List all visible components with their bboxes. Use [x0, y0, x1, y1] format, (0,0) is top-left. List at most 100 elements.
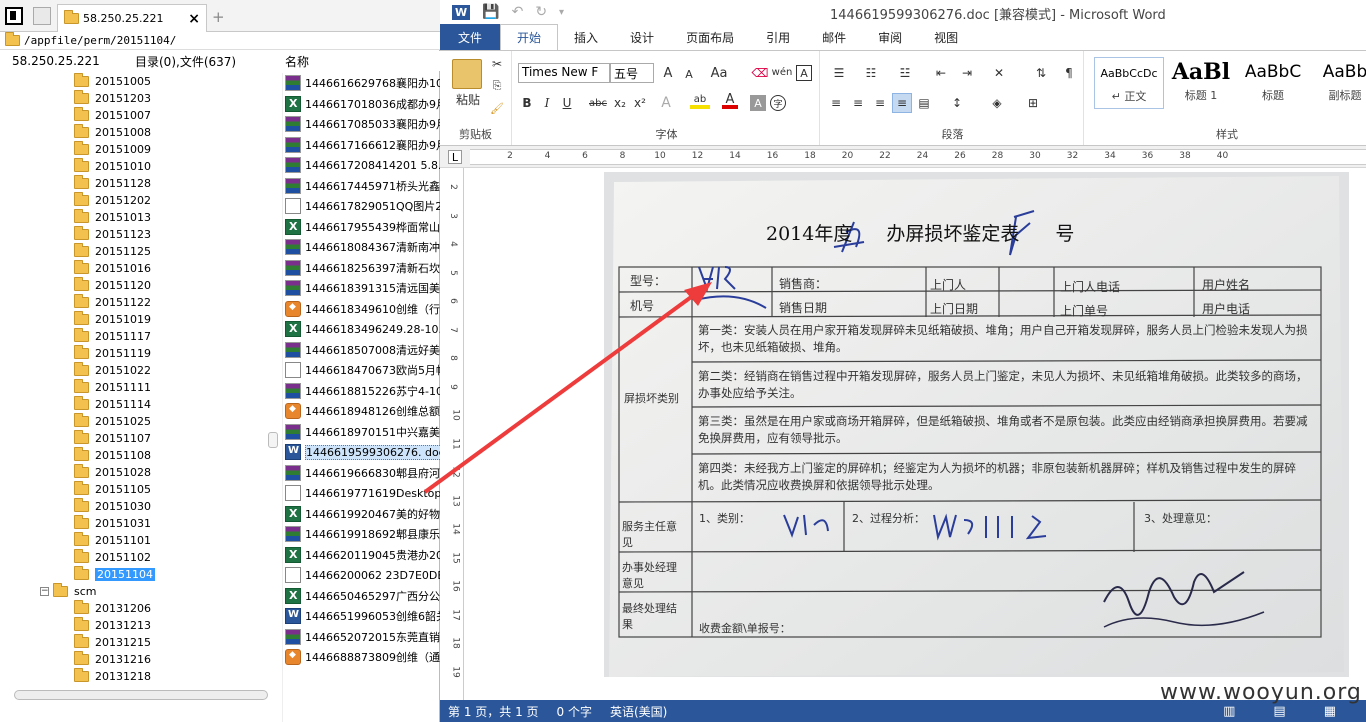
shading-icon[interactable]: ◈ [986, 95, 1008, 111]
tree-folder-item[interactable]: 20131216 [0, 651, 270, 668]
tree-folder-item[interactable]: 20151104 [0, 566, 270, 583]
file-list-item[interactable]: 1446617208414201 5.8.8- [283, 155, 440, 176]
char-shading-button[interactable]: A [750, 95, 766, 111]
word-count-status[interactable]: 0 个字 [557, 703, 592, 720]
asian-layout-icon[interactable]: ✕ [988, 65, 1010, 81]
collapse-icon[interactable]: − [40, 587, 49, 596]
file-list-item[interactable]: 1446619666830郫县府河. [283, 463, 440, 484]
tree-folder-item[interactable]: 20151009 [0, 141, 270, 158]
tab-selector[interactable]: L [448, 150, 462, 164]
ribbon-tab[interactable]: 文件 [440, 24, 501, 50]
file-list-item[interactable]: 1446617166612襄阳办9月 [283, 135, 440, 156]
file-list-item[interactable]: 1446618470673欧尚5月帐 [283, 360, 440, 381]
undo-icon[interactable]: ↶ [512, 4, 524, 20]
line-spacing-icon[interactable]: ↕ [946, 95, 968, 111]
file-list-item[interactable]: 1446618948126创维总额版 [283, 401, 440, 422]
style-gallery-item[interactable]: AaBb 副标题 [1310, 57, 1366, 109]
enclose-char-button[interactable]: 字 [770, 95, 786, 111]
tree-folder-item[interactable]: 20151117 [0, 328, 270, 345]
bullets-icon[interactable]: ☰ [828, 65, 850, 81]
file-list-item[interactable]: 1446619599306276. doc [283, 442, 440, 463]
new-tab-button[interactable]: + [212, 8, 225, 26]
tree-folder-scm[interactable]: − scm [0, 583, 270, 600]
distributed-icon[interactable]: ▤ [916, 95, 932, 111]
file-list-item[interactable]: 1446618391315清远国美太 [283, 278, 440, 299]
paste-icon[interactable] [452, 59, 482, 89]
tree-folder-item[interactable]: 20151101 [0, 532, 270, 549]
char-border-button[interactable]: A [796, 65, 812, 81]
file-list-item[interactable]: 1446618815226苏宁4-10月 [283, 381, 440, 402]
horizontal-scrollbar[interactable] [14, 690, 268, 700]
tree-folder-item[interactable]: 20151128 [0, 175, 270, 192]
file-list-item[interactable]: 1446617445971桥头光鑫家 [283, 176, 440, 197]
tree-folder-item[interactable]: 20151025 [0, 413, 270, 430]
ribbon-tab[interactable]: 设计 [614, 24, 670, 50]
file-list-item[interactable]: 1446619771619Desktop.r [283, 483, 440, 504]
align-left-icon[interactable]: ≡ [828, 95, 844, 111]
tree-folder-item[interactable]: 20131206 [0, 600, 270, 617]
ribbon-tab[interactable]: 开始 [500, 24, 559, 50]
text-effects-button[interactable]: A [658, 95, 674, 111]
file-list-item[interactable]: 14466183496249.28-10.31 [283, 319, 440, 340]
style-gallery-item[interactable]: AaBl 标题 1 [1166, 57, 1236, 109]
tree-folder-item[interactable]: 20151007 [0, 107, 270, 124]
column-header-name[interactable]: 名称 [275, 53, 309, 70]
tree-folder-item[interactable]: 20151202 [0, 192, 270, 209]
ribbon-tab[interactable]: 审阅 [862, 24, 918, 50]
blank-tab-icon[interactable] [33, 7, 51, 25]
tree-folder-item[interactable]: 20151022 [0, 362, 270, 379]
numbering-icon[interactable]: ☷ [860, 65, 882, 81]
address-bar[interactable]: /appfile/perm/20151104/ [0, 32, 440, 50]
paste-button[interactable]: 粘贴 [448, 91, 488, 107]
tree-folder-item[interactable]: 20151105 [0, 481, 270, 498]
file-list-item[interactable]: 1446616629768襄阳办10月 [283, 73, 440, 94]
subscript-button[interactable]: x₂ [612, 95, 628, 111]
tree-folder-item[interactable]: 20151031 [0, 515, 270, 532]
language-status[interactable]: 英语(美国) [610, 703, 667, 720]
ribbon-tab[interactable]: 插入 [558, 24, 614, 50]
read-mode-icon[interactable]: ▥ [1223, 704, 1235, 719]
change-case-button[interactable]: Aa [708, 65, 730, 81]
tree-folder-item[interactable]: 20151119 [0, 345, 270, 362]
shrink-font-button[interactable]: A [682, 67, 696, 81]
file-list-item[interactable]: 1446652072015东莞直销11 [283, 627, 440, 648]
tree-folder-item[interactable]: 20151005 [0, 73, 270, 90]
pane-splitter[interactable] [268, 432, 278, 448]
save-icon[interactable]: 💾 [482, 4, 499, 20]
tree-folder-item[interactable]: 20131213 [0, 617, 270, 634]
file-list-item[interactable]: 1446617018036成都办9月 [283, 94, 440, 115]
tree-folder-item[interactable]: 20151203 [0, 90, 270, 107]
file-list-item[interactable]: 1446618256397清新石坎测 [283, 258, 440, 279]
tree-folder-item[interactable]: 20131218 [0, 668, 270, 685]
increase-indent-icon[interactable]: ⇥ [958, 65, 976, 81]
tab-close-icon[interactable]: × [188, 11, 200, 27]
cut-icon[interactable]: ✂ [490, 57, 504, 71]
style-gallery-item[interactable]: AaBbC 标题 [1238, 57, 1308, 109]
ribbon-tab[interactable]: 视图 [918, 24, 974, 50]
file-list-item[interactable]: 1446618084367清新南冲华 [283, 237, 440, 258]
file-list-item[interactable]: 1446619920467美的好物料 [283, 504, 440, 525]
tab-host[interactable]: 58.250.25.221 × [57, 4, 207, 32]
file-list-item[interactable]: 1446651996053创维6韶关图 [283, 606, 440, 627]
file-list-item[interactable]: 14466200062 23D7E0DE76E [283, 565, 440, 586]
font-name-select[interactable]: Times New F [518, 63, 610, 83]
file-list-item[interactable]: 1446617955439桦面常山展 [283, 217, 440, 238]
strikethrough-button[interactable]: abc [588, 95, 608, 111]
tree-folder-item[interactable]: 20151102 [0, 549, 270, 566]
decrease-indent-icon[interactable]: ⇤ [932, 65, 950, 81]
underline-button[interactable]: U [560, 95, 574, 111]
tree-folder-item[interactable]: 20151123 [0, 226, 270, 243]
web-layout-icon[interactable]: ▦ [1324, 704, 1336, 719]
file-list-item[interactable]: 1446650465297广西分公司 [283, 586, 440, 607]
tree-folder-item[interactable]: 20151108 [0, 447, 270, 464]
italic-button[interactable]: I [540, 95, 554, 111]
tree-folder-item[interactable]: 20151016 [0, 260, 270, 277]
file-list-item[interactable]: 1446619918692郫县康乐. [283, 524, 440, 545]
superscript-button[interactable]: x² [632, 95, 648, 111]
tree-folder-item[interactable]: 20151030 [0, 498, 270, 515]
highlight-button[interactable]: ab [690, 93, 710, 109]
ribbon-tab[interactable]: 引用 [750, 24, 806, 50]
file-list-item[interactable]: 1446618507008清远好美家 [283, 340, 440, 361]
phonetic-guide-button[interactable]: wén [772, 63, 793, 81]
qat-customize-icon[interactable]: ▾ [559, 7, 564, 18]
